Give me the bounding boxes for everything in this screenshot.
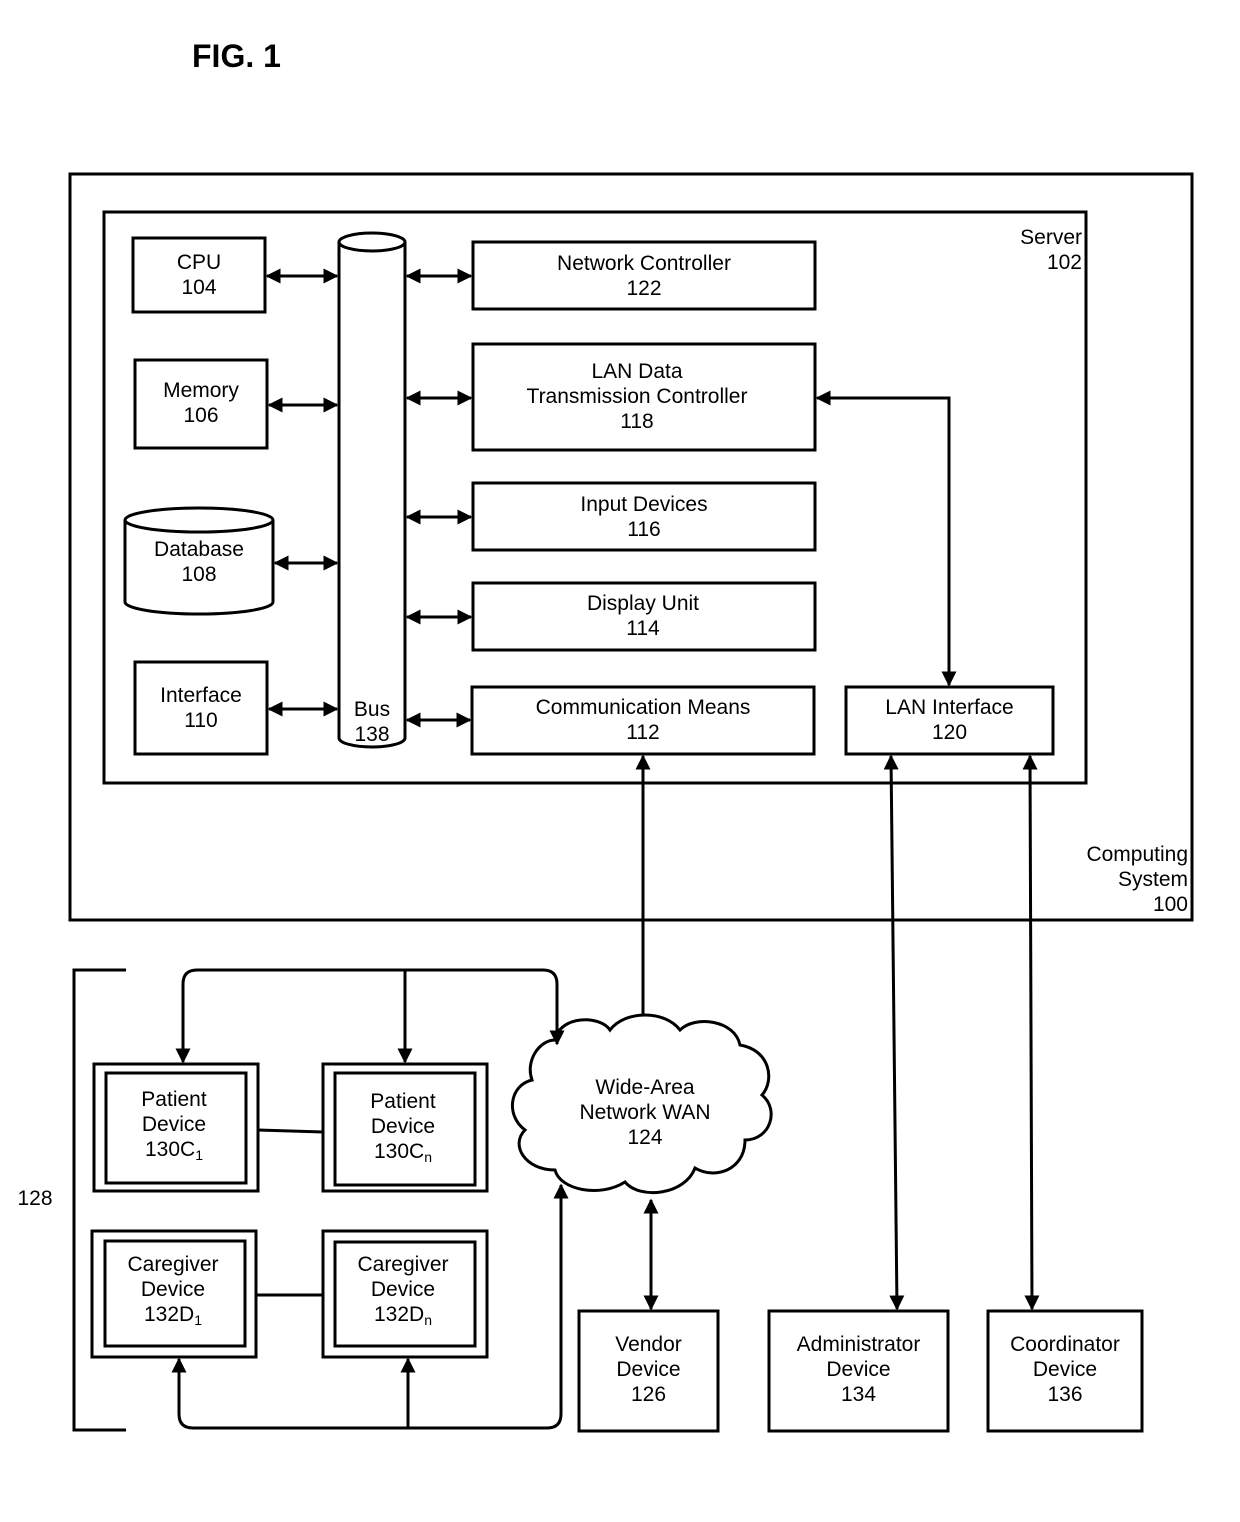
caregiver-device-n-line1: Caregiver <box>357 1253 449 1276</box>
display-unit-name: Display Unit <box>586 592 700 615</box>
caregiver-device-n-subscript: n <box>424 1312 432 1328</box>
input-devices-ref: 116 <box>627 518 661 541</box>
input-devices-name: Input Devices <box>580 493 708 516</box>
coordinator-device-label: Coordinator Device 136 <box>988 1332 1142 1407</box>
interface-label: Interface 110 <box>135 683 267 733</box>
server-label: Server 102 <box>990 225 1082 275</box>
caregiver-device-n-line2: Device <box>370 1278 436 1301</box>
cpu-name: CPU <box>176 251 222 274</box>
interface-ref: 110 <box>184 709 218 732</box>
caregiver-device-n-ref-text: 132D <box>374 1303 425 1326</box>
administrator-device-line1: Administrator <box>796 1333 921 1356</box>
lan-data-tx-line1: LAN Data <box>591 360 683 383</box>
cpu-ref: 104 <box>181 276 217 299</box>
caregiver-device-1-line1: Caregiver <box>127 1253 219 1276</box>
vendor-device-label: Vendor Device 126 <box>579 1332 718 1407</box>
wan-ref: 124 <box>627 1126 663 1149</box>
communication-means-ref: 112 <box>626 721 660 744</box>
patient-device-n-subscript: n <box>424 1149 432 1165</box>
network-controller-name: Network Controller <box>557 252 731 275</box>
communication-means-label: Communication Means 112 <box>472 695 814 745</box>
patient-device-n-ref-text: 130C <box>374 1140 425 1163</box>
bus-label: Bus 138 <box>339 697 405 747</box>
input-devices-label: Input Devices 116 <box>473 492 815 542</box>
lan-data-tx-ref: 118 <box>620 410 654 433</box>
caregiver-device-n-ref: 132Dn <box>335 1302 471 1327</box>
communication-means-name: Communication Means <box>535 696 751 719</box>
memory-name: Memory <box>163 379 239 402</box>
database-label: Database 108 <box>125 537 273 587</box>
patient-link <box>257 1128 324 1134</box>
computing-system-ref: 100 <box>1152 893 1188 916</box>
server-ref: 102 <box>1046 251 1082 274</box>
lan-interface-ref: 120 <box>931 721 968 744</box>
administrator-device-ref: 134 <box>840 1383 877 1406</box>
administrator-device-line2: Device <box>826 1358 891 1381</box>
database-ref: 108 <box>181 563 217 586</box>
patient-device-1-ref: 130C1 <box>106 1137 242 1162</box>
display-unit-ref: 114 <box>626 617 660 640</box>
coordinator-device-ref: 136 <box>1047 1383 1083 1406</box>
patient-wan-route <box>175 968 565 1064</box>
coordinator-device-line2: Device <box>1032 1358 1098 1381</box>
display-unit-label: Display Unit 114 <box>472 591 814 641</box>
caregiver-device-1-ref: 132D1 <box>105 1302 241 1327</box>
caregiver-device-n-label: Caregiver Device 132Dn <box>335 1252 471 1327</box>
patient-device-n-ref: 130Cn <box>335 1139 471 1164</box>
lan-data-tx-label: LAN Data Transmission Controller 118 <box>466 359 808 434</box>
coordinator-device-line1: Coordinator <box>1010 1333 1120 1356</box>
bus-cylinder <box>337 231 407 749</box>
bus-name: Bus <box>353 698 391 721</box>
caregiver-device-1-line2: Device <box>140 1278 206 1301</box>
lan-interface-label: LAN Interface 120 <box>846 695 1053 745</box>
wan-line1: Wide-Area <box>595 1076 695 1099</box>
bus-ref: 138 <box>354 723 390 746</box>
lan-interface-name: LAN Interface <box>885 696 1014 719</box>
patient-device-1-line2: Device <box>141 1113 207 1136</box>
patient-device-1-label: Patient Device 130C1 <box>106 1087 242 1162</box>
cpu-label: CPU 104 <box>133 250 265 300</box>
patient-device-n-label: Patient Device 130Cn <box>335 1089 471 1164</box>
caregiver-device-1-subscript: 1 <box>194 1312 202 1328</box>
patient-device-n-line2: Device <box>370 1115 436 1138</box>
interface-name: Interface <box>160 684 242 707</box>
caregiver-device-1-ref-text: 132D <box>144 1303 195 1326</box>
database-name: Database <box>154 538 244 561</box>
computing-system-label: Computing System 100 <box>1040 842 1188 917</box>
memory-ref: 106 <box>183 404 219 427</box>
vendor-device-line2: Device <box>616 1358 681 1381</box>
caregiver-device-1-label: Caregiver Device 132D1 <box>105 1252 241 1327</box>
network-controller-label: Network Controller 122 <box>473 251 815 301</box>
lan-to-coordinator-arrow <box>1022 754 1040 1311</box>
wan-line2: Network WAN <box>579 1101 711 1124</box>
vendor-device-line1: Vendor <box>615 1333 682 1356</box>
patient-device-1-line1: Patient <box>141 1088 207 1111</box>
computing-system-line2: System <box>1117 868 1188 891</box>
lan-data-tx-line2: Transmission Controller <box>526 385 748 408</box>
vendor-device-ref: 126 <box>630 1383 667 1406</box>
computing-system-line1: Computing <box>1086 843 1188 866</box>
administrator-device-label: Administrator Device 134 <box>769 1332 948 1407</box>
memory-label: Memory 106 <box>135 378 267 428</box>
wan-label: Wide-Area Network WAN 124 <box>560 1075 730 1150</box>
group-ref-label: 128 <box>17 1187 53 1210</box>
group-bracket <box>72 968 126 1432</box>
figure-title: FIG. 1 <box>192 38 281 74</box>
patient-device-1-subscript: 1 <box>195 1147 203 1163</box>
server-name: Server <box>1020 226 1082 249</box>
patient-device-n-line1: Patient <box>370 1090 436 1113</box>
patient-device-1-ref-text: 130C <box>145 1138 196 1161</box>
network-controller-ref: 122 <box>626 277 662 300</box>
